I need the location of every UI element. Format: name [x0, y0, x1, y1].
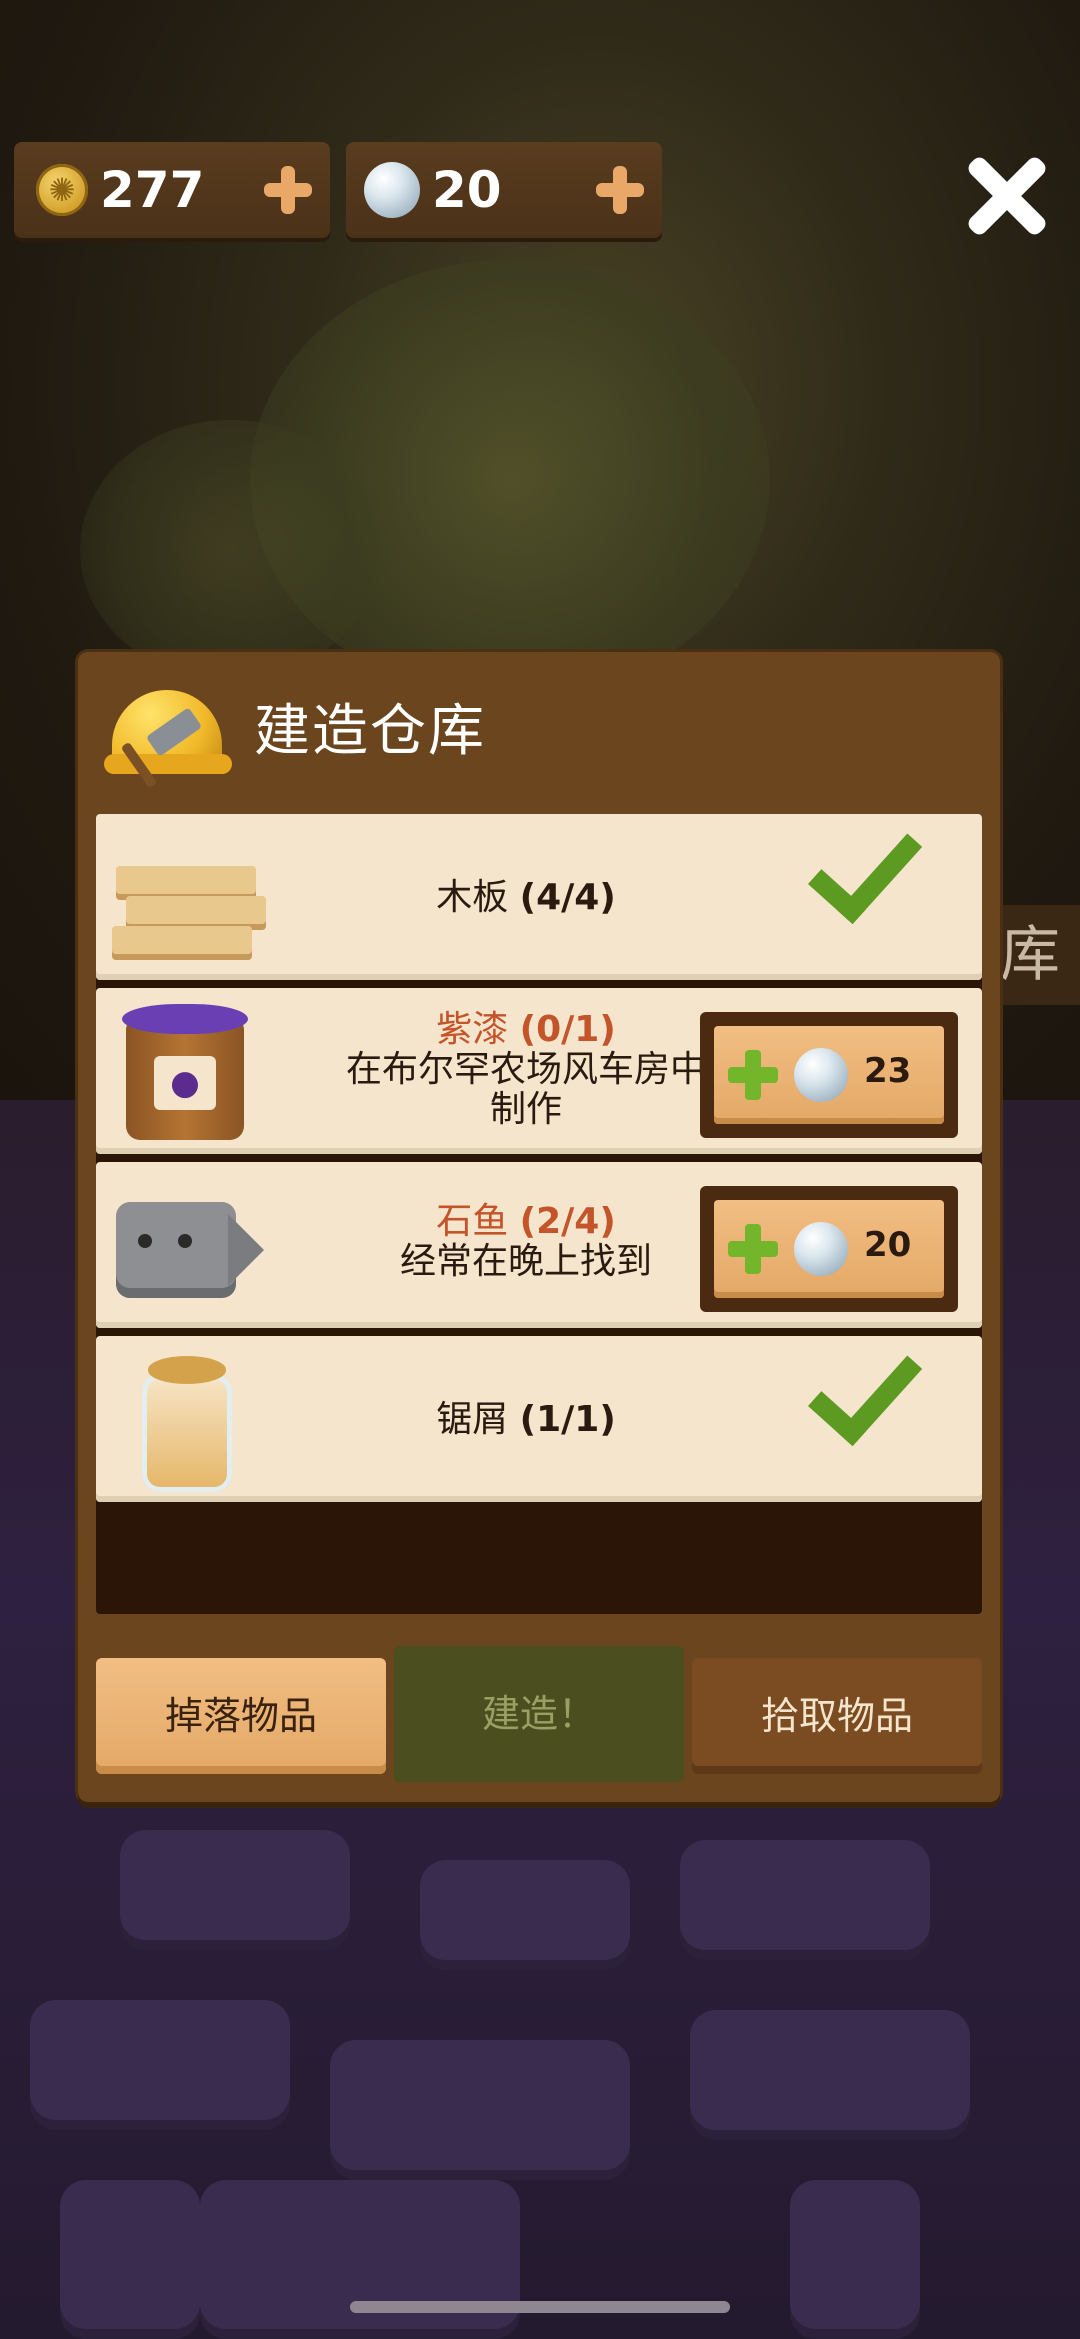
plus-icon: [728, 1050, 778, 1100]
dialog-header: 建造仓库: [78, 652, 1000, 812]
check-icon: [786, 844, 896, 944]
materials-list: 木板 (4/4) 紫漆 (0/1) 在布尔罕农场风车房中制作: [96, 814, 982, 1614]
pearl-icon: [794, 1048, 848, 1102]
coin-counter: 277: [14, 142, 330, 238]
buy-stonefish-button[interactable]: 20: [700, 1186, 958, 1312]
background-stone: [120, 1830, 350, 1950]
purple-paint-barrel-icon: [108, 1000, 258, 1140]
buy-purple-paint-button[interactable]: 23: [700, 1012, 958, 1138]
home-indicator[interactable]: [350, 2301, 730, 2313]
pearl-icon: [794, 1222, 848, 1276]
dialog-title: 建造仓库: [254, 699, 486, 764]
buy-price: 20: [864, 1225, 912, 1265]
sawdust-jar-icon: [108, 1348, 258, 1492]
material-name: 紫漆: [436, 1009, 509, 1050]
pearl-amount: 20: [432, 161, 502, 219]
background-building-sign: 库: [1000, 905, 1080, 1005]
drop-items-button[interactable]: 掉落物品: [96, 1658, 386, 1774]
background-tree: [80, 420, 380, 680]
material-progress: (2/4): [519, 1201, 616, 1242]
build-button[interactable]: 建造！: [394, 1646, 684, 1782]
coin-amount: 277: [100, 161, 205, 219]
pick-up-items-button[interactable]: 拾取物品: [692, 1658, 982, 1774]
material-hint: 在布尔罕农场风车房中制作: [345, 1049, 706, 1130]
check-icon: [786, 1366, 896, 1466]
hardhat-hammer-icon: [104, 680, 234, 790]
coin-icon: [36, 164, 88, 216]
background-stone: [30, 2000, 290, 2130]
material-row-planks: 木板 (4/4): [96, 814, 982, 980]
background-stone: [60, 2180, 200, 2339]
background-stone: [330, 2040, 630, 2180]
close-button[interactable]: [962, 150, 1052, 240]
material-name: 石鱼: [436, 1201, 509, 1242]
action-bar: 掉落物品 建造！ 拾取物品: [96, 1646, 982, 1784]
add-coins-button[interactable]: [264, 166, 312, 214]
background-stone: [200, 2180, 520, 2339]
stonefish-icon: [108, 1174, 264, 1314]
buy-price: 23: [864, 1051, 912, 1091]
material-row-purple-paint: 紫漆 (0/1) 在布尔罕农场风车房中制作 23: [96, 988, 982, 1154]
material-progress: (0/1): [519, 1009, 616, 1050]
material-progress: (4/4): [519, 877, 616, 918]
material-row-sawdust: 锯屑 (1/1): [96, 1336, 982, 1502]
material-name: 锯屑: [436, 1399, 509, 1440]
add-pearls-button[interactable]: [596, 166, 644, 214]
background-stone: [420, 1860, 630, 1970]
wood-planks-icon: [108, 826, 266, 966]
background-stone: [680, 1840, 930, 1960]
material-hint: 经常在晚上找到: [399, 1241, 652, 1282]
plus-icon: [728, 1224, 778, 1274]
build-dialog: 建造仓库 木板 (4/4) 紫漆 (0/1: [78, 652, 1000, 1802]
material-name: 木板: [436, 877, 509, 918]
background-stone: [690, 2010, 970, 2140]
pearl-counter: 20: [346, 142, 662, 238]
pearl-icon: [364, 162, 420, 218]
material-row-stonefish: 石鱼 (2/4) 经常在晚上找到 20: [96, 1162, 982, 1328]
material-progress: (1/1): [519, 1399, 616, 1440]
background-stone: [790, 2180, 920, 2339]
